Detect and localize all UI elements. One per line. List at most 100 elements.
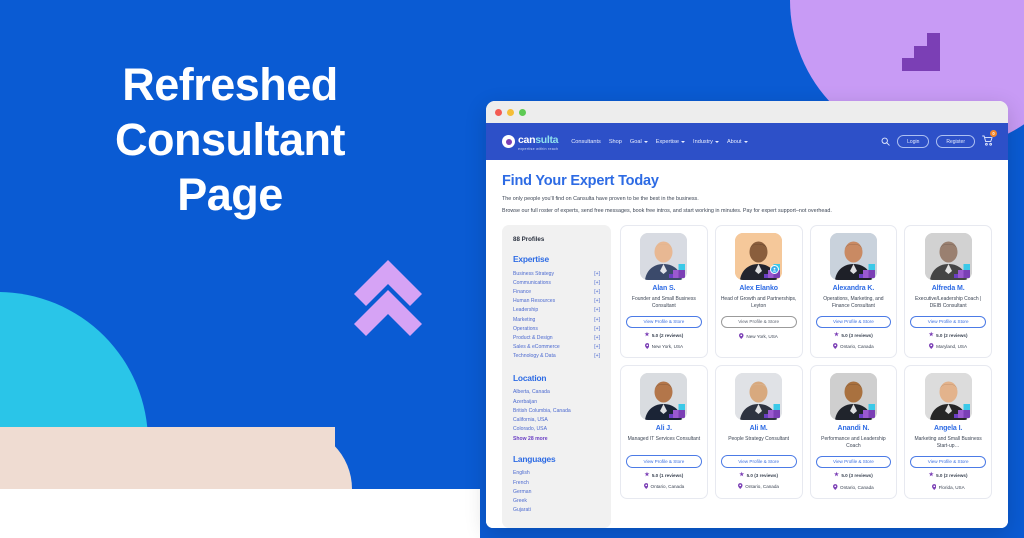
consultant-card[interactable]: Alfreda M. Executive/Leadership Coach | D… (904, 225, 992, 359)
filter-item-label: Marketing (513, 316, 536, 323)
consultant-role: Founder and Small Business Consultant (631, 296, 696, 309)
consultant-role: People Strategy Consultant (728, 436, 790, 443)
consultant-name[interactable]: Ali M. (750, 425, 768, 432)
filter-expertise-2[interactable]: Finance [+] (513, 287, 600, 296)
filter-expertise-0[interactable]: Business Strategy [+] (513, 269, 600, 278)
filter-expertise-3[interactable]: Human Resources [+] (513, 297, 600, 306)
consultant-card[interactable]: Alexandra K. Operations, Marketing, and F… (809, 225, 898, 359)
expand-icon[interactable]: [+] (594, 298, 600, 304)
filter-location-4[interactable]: Colorado, USA (513, 425, 600, 434)
nav-item-expertise[interactable]: Expertise (656, 139, 686, 145)
logo-mark-icon (502, 135, 515, 148)
view-profile-store-button[interactable]: View Profile & Store (910, 315, 986, 328)
filter-language-0[interactable]: English (513, 469, 600, 478)
window-close-button[interactable] (495, 108, 502, 116)
filter-heading-expertise: Expertise (513, 254, 549, 264)
consultant-name[interactable]: Alan S. (652, 285, 675, 292)
window-minimize-button[interactable] (507, 108, 514, 116)
location-pin-icon (644, 343, 650, 350)
consultant-card[interactable]: Angela I. Marketing and Small Business St… (904, 365, 992, 499)
filter-item-label: Finance (513, 288, 532, 295)
expand-icon[interactable]: [+] (594, 353, 600, 359)
consultant-card[interactable]: Alan S. Founder and Small Business Consul… (620, 225, 708, 359)
nav-item-label: Shop (608, 138, 622, 145)
cart-button[interactable]: 0 (982, 129, 997, 151)
expand-icon[interactable]: [+] (594, 271, 600, 277)
expand-icon[interactable]: [+] (594, 289, 600, 295)
view-profile-store-button[interactable]: View Profile & Store (815, 315, 892, 328)
filter-expertise-9[interactable]: Technology & Data [+] (513, 352, 600, 361)
filter-item-label: Leadership (513, 307, 539, 314)
star-icon: ★ (739, 471, 745, 478)
filter-language-4[interactable]: Gujarati (513, 506, 600, 515)
expand-icon[interactable]: [+] (594, 307, 600, 313)
nav-item-goal[interactable]: Goal (630, 139, 648, 145)
view-profile-store-button[interactable]: View Profile & Store (626, 455, 702, 468)
filter-item-label: Sales & eCommerce (513, 344, 560, 351)
filter-language-2[interactable]: German (513, 487, 600, 496)
expand-icon[interactable]: [+] (594, 344, 600, 350)
location-value: New York, USA (746, 333, 778, 339)
expand-icon[interactable]: [+] (594, 326, 600, 332)
view-profile-store-button[interactable]: View Profile & Store (910, 455, 986, 469)
promo-headline: Refreshed Consultant Page (0, 58, 460, 223)
star-icon: ★ (928, 472, 934, 479)
filter-language-3[interactable]: Greek (513, 496, 600, 505)
consultant-name[interactable]: Alexandra K. (833, 285, 875, 292)
location-row: Florida, USA (931, 483, 965, 491)
location-pin-icon (929, 343, 934, 350)
location-value: Ontario, Canada (840, 484, 874, 490)
filter-expertise-7[interactable]: Product & Design [+] (513, 333, 600, 342)
view-profile-store-button[interactable]: View Profile & Store (720, 315, 797, 328)
expand-icon[interactable]: [+] (594, 335, 600, 341)
consultant-name[interactable]: Ali J. (656, 425, 672, 432)
view-profile-store-button[interactable]: View Profile & Store (815, 455, 892, 469)
consultant-name[interactable]: Angela I. (934, 425, 962, 432)
nav-item-industry[interactable]: Industry (693, 139, 719, 145)
window-maximize-button[interactable] (519, 108, 526, 116)
filter-location-2[interactable]: British Columbia, Canada (513, 406, 600, 415)
expand-icon[interactable]: [+] (594, 280, 600, 286)
consultant-role: Executive/Leadership Coach | DEIB Consul… (914, 296, 982, 309)
filter-expertise-8[interactable]: Sales & eCommerce [+] (513, 343, 600, 352)
register-button[interactable]: Register (936, 134, 975, 149)
login-button[interactable]: Login (897, 134, 930, 149)
rating-value: 5.0 (1 reviews) (651, 472, 684, 478)
filter-location-3[interactable]: California, USA (513, 415, 600, 424)
location-value: Florida, USA (938, 484, 965, 490)
star-icon: ★ (833, 472, 839, 479)
nav-item-about[interactable]: About (727, 139, 748, 145)
filter-expertise-6[interactable]: Operations [+] (513, 324, 600, 333)
consultant-name[interactable]: Alfreda M. (932, 285, 965, 292)
search-icon[interactable] (881, 133, 890, 151)
consultant-card[interactable]: Ali J. Managed IT Services Consultant View… (620, 365, 708, 499)
consultant-card[interactable]: Alex Elanko Head of Growth and Partnershi… (714, 225, 803, 359)
site-logo[interactable]: cansulta expertise within reach (502, 131, 559, 152)
consultant-card[interactable]: Ali M. People Strategy Consultant View Pro… (714, 365, 803, 499)
filter-expertise-1[interactable]: Communications [+] (513, 278, 600, 287)
headline-line-2: Consultant (115, 113, 345, 165)
filter-expertise-5[interactable]: Marketing [+] (513, 315, 600, 324)
rating-value: 5.0 (2 reviews) (651, 333, 684, 339)
nav-item-shop[interactable]: Shop (609, 139, 622, 145)
view-profile-store-button[interactable]: View Profile & Store (626, 315, 702, 328)
filter-expertise-4[interactable]: Leadership [+] (513, 306, 600, 315)
chevron-down-icon (681, 140, 686, 143)
show-more-locations-link[interactable]: Show 28 more (513, 434, 600, 442)
pixel-badge-decor-icon (953, 404, 970, 419)
nav-item-consultants[interactable]: Consultants (571, 139, 601, 145)
consultant-name[interactable]: Anandi N. (837, 425, 869, 432)
filter-language-1[interactable]: French (513, 478, 600, 487)
filter-item-label: British Columbia, Canada (513, 407, 571, 414)
filter-location-0[interactable]: Alberta, Canada (513, 388, 600, 397)
filter-location-1[interactable]: Azerbaijan (513, 397, 600, 406)
profiles-count: 88 Profiles (513, 236, 545, 243)
consultant-card[interactable]: Anandi N. Performance and Leadership Coac… (809, 365, 898, 499)
location-row: New York, USA (739, 332, 778, 340)
view-profile-store-button[interactable]: View Profile & Store (720, 455, 797, 468)
consultant-name[interactable]: Alex Elanko (739, 285, 778, 292)
location-pin-icon (643, 483, 649, 490)
filter-item-label: Azerbaijan (513, 398, 538, 405)
location-value: Ontario, Canada (650, 484, 685, 490)
expand-icon[interactable]: [+] (594, 317, 600, 323)
